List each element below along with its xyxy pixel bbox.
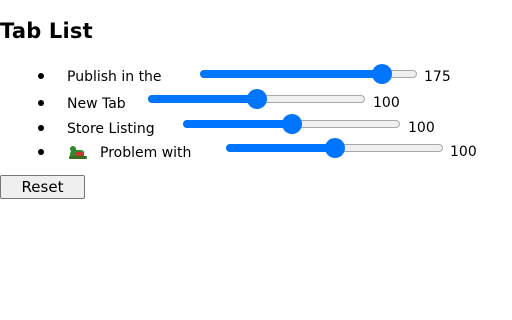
tab-value: 175 — [424, 69, 451, 85]
tab-slider[interactable] — [183, 114, 403, 134]
bullet — [38, 149, 44, 155]
tab-slider[interactable] — [200, 64, 420, 84]
tab-item-store-listing: Store Listing — [38, 118, 155, 138]
bullet — [38, 73, 44, 79]
tab-item-publish: Publish in the — [38, 66, 162, 86]
tab-label: New Tab — [67, 95, 126, 112]
bullet — [38, 100, 44, 106]
reset-button[interactable]: Reset — [0, 175, 85, 199]
slider-thumb[interactable] — [282, 114, 302, 134]
slider-fill — [200, 70, 382, 78]
tab-label: Publish in the — [67, 68, 162, 85]
tab-item-problem: Problem with — [38, 142, 191, 162]
page-title: Tab List — [0, 19, 93, 43]
tab-value: 100 — [408, 120, 435, 136]
tab-value: 100 — [373, 95, 400, 111]
tab-list-page: Tab List Publish in the New Tab Store Li… — [0, 0, 512, 320]
slider-fill — [226, 144, 335, 152]
slider-thumb[interactable] — [372, 64, 392, 84]
tab-label: Problem with — [100, 144, 192, 161]
tab-slider[interactable] — [226, 138, 446, 158]
slider-thumb[interactable] — [247, 89, 267, 109]
tab-label: Store Listing — [67, 120, 155, 137]
puzzle-favicon-icon — [67, 143, 89, 161]
bullet — [38, 125, 44, 131]
tab-slider[interactable] — [148, 89, 368, 109]
tab-value: 100 — [450, 144, 477, 160]
tab-item-new-tab: New Tab — [38, 93, 126, 113]
slider-fill — [183, 120, 292, 128]
slider-thumb[interactable] — [325, 138, 345, 158]
slider-fill — [148, 95, 257, 103]
